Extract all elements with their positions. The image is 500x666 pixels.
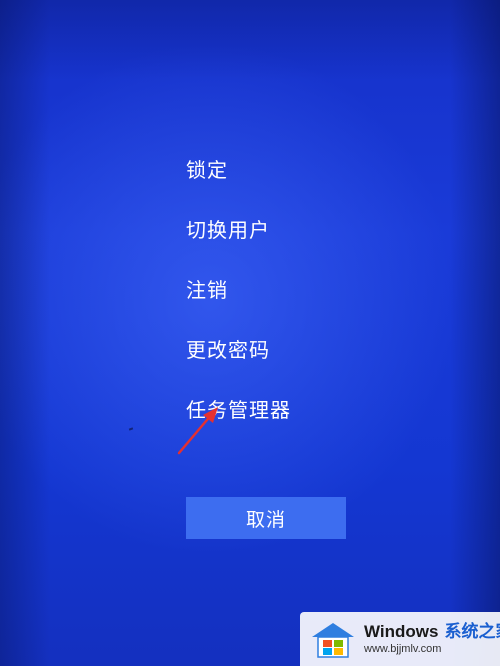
watermark-brand-cn: 系统之家 bbox=[444, 622, 500, 641]
screen-speck bbox=[128, 427, 134, 431]
watermark-title: Windows 系统之家 bbox=[364, 622, 500, 642]
cancel-button[interactable]: 取消 bbox=[186, 497, 346, 539]
menu-item-switch-user[interactable]: 切换用户 bbox=[186, 210, 291, 250]
watermark: Windows 系统之家 www.bjjmlv.com bbox=[300, 612, 500, 666]
security-options-screen: 锁定 切换用户 注销 更改密码 任务管理器 取消 Windows系统之家 www… bbox=[0, 0, 500, 666]
windows-logo-icon bbox=[312, 623, 354, 658]
annotation-arrow-icon bbox=[177, 407, 218, 455]
menu-item-lock[interactable]: 锁定 bbox=[186, 150, 291, 190]
watermark-text: Windows 系统之家 www.bjjmlv.com bbox=[364, 622, 500, 656]
menu-item-change-password[interactable]: 更改密码 bbox=[186, 330, 291, 370]
watermark-url: www.bjjmlv.com bbox=[364, 643, 442, 655]
menu-item-sign-out[interactable]: 注销 bbox=[186, 270, 291, 310]
watermark-brand: Windows bbox=[364, 622, 439, 641]
